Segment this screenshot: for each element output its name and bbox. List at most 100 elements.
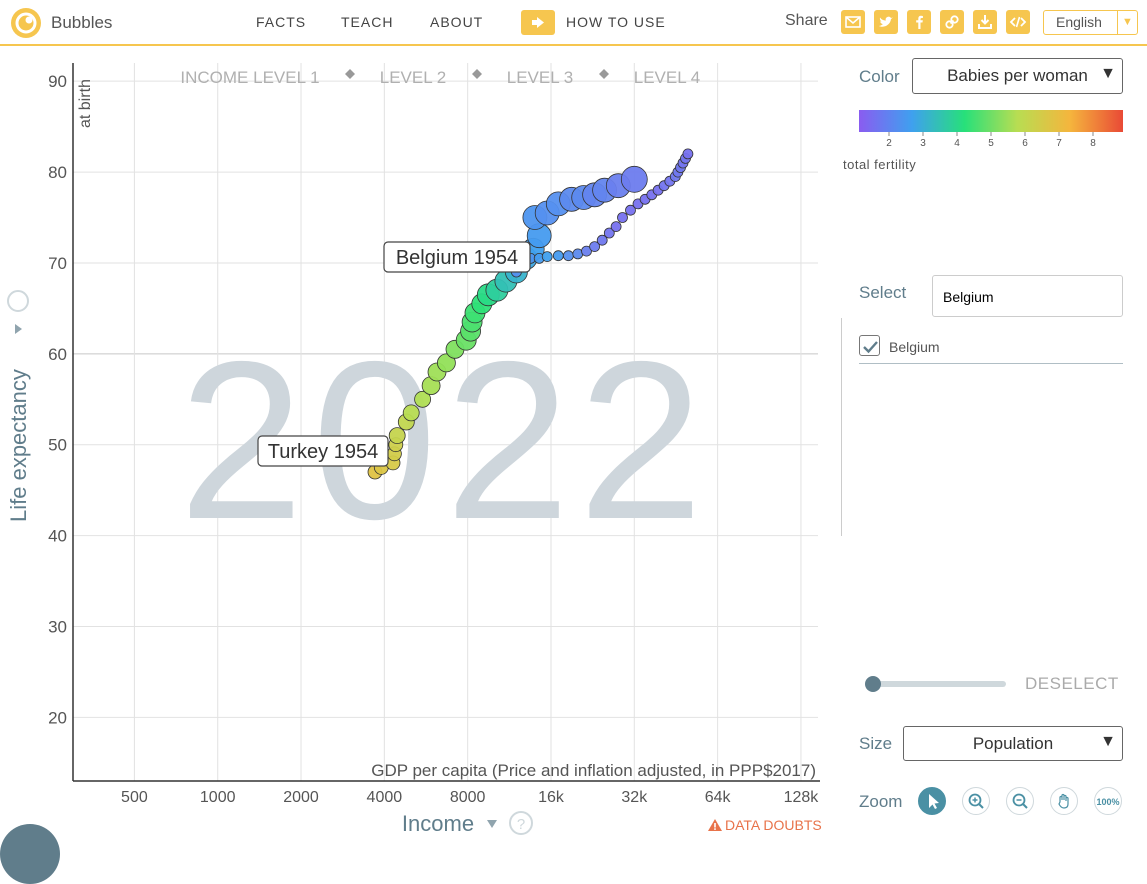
y-tick-label: 60 (48, 345, 67, 364)
bubble-belgium[interactable] (552, 250, 564, 262)
legend-ticks: 2 3 4 5 6 7 8 (886, 132, 1096, 149)
legend-tick-label: 8 (1090, 138, 1096, 149)
x-tick-label: 64k (705, 789, 732, 806)
legend-tick-label: 5 (988, 138, 994, 149)
select-input-value: Belgium (943, 289, 994, 305)
facebook-icon[interactable] (907, 10, 931, 34)
nav-facts[interactable]: FACTS (256, 14, 306, 30)
x-axis-caret-icon[interactable] (487, 820, 497, 828)
sidebar-divider (841, 318, 842, 536)
zoom-out-button[interactable] (1006, 787, 1034, 815)
zoom-out-icon (1012, 793, 1028, 809)
zoom-100-icon: 100% (1096, 797, 1119, 807)
bubble-chart[interactable]: 2022 INCOME LEVEL 1 LEVEL 2 LEVEL 3 LEVE… (0, 48, 830, 842)
bubble-turkey[interactable] (620, 165, 648, 193)
bubble-belgium[interactable] (541, 251, 553, 263)
nav-how-to-use[interactable]: HOW TO USE (566, 14, 666, 30)
selected-item-belgium[interactable]: Belgium (859, 335, 1123, 364)
y-axis-caret-icon[interactable] (15, 324, 22, 334)
how-to-use-button[interactable] (521, 10, 555, 35)
select-label: Select (859, 283, 907, 302)
legend-tick-label: 3 (920, 138, 926, 149)
zoom-reset-button[interactable]: 100% (1094, 787, 1122, 815)
play-icon (532, 17, 544, 28)
x-tick-label: 2000 (283, 789, 319, 806)
chevron-down-icon: ▼ (1117, 11, 1137, 34)
share-label: Share (785, 12, 828, 29)
zoom-reset-label: 100% (1096, 797, 1119, 807)
legend-tick-label: 2 (886, 138, 892, 149)
top-bar: Bubbles FACTS TEACH ABOUT HOW TO USE Sha… (0, 0, 1147, 46)
opacity-slider-handle[interactable] (865, 676, 881, 692)
y-tick-label: 90 (48, 72, 67, 91)
y-tick-label: 70 (48, 254, 67, 273)
x-tick-label: 4000 (367, 789, 403, 806)
x-tick-label: 8000 (450, 789, 486, 806)
nav-teach[interactable]: TEACH (341, 14, 393, 30)
income-levels: INCOME LEVEL 1 LEVEL 2 LEVEL 3 LEVEL 4 (180, 68, 700, 87)
chevron-down-icon: ▼ (1100, 733, 1116, 750)
income-level-3: LEVEL 3 (507, 68, 573, 87)
bubble-turkey[interactable] (388, 427, 406, 445)
selected-item-label: Belgium (889, 339, 940, 355)
x-tick-label: 128k (784, 789, 820, 806)
size-label: Size (859, 734, 893, 753)
data-doubts-label: DATA DOUBTS (725, 817, 822, 833)
link-icon[interactable] (940, 10, 964, 34)
bubbles-logo-icon[interactable] (10, 7, 42, 39)
bubble-label-belgium[interactable]: Belgium 1954 (383, 241, 531, 273)
checkbox-belgium[interactable] (859, 335, 880, 356)
bubble-belgium[interactable] (617, 212, 628, 223)
x-tick-label: 500 (121, 789, 148, 806)
deselect-button[interactable]: DESELECT (1025, 674, 1119, 694)
x-axis-label[interactable]: Income (402, 811, 474, 836)
app-title[interactable]: Bubbles (51, 13, 112, 33)
legend-tick-label: 6 (1022, 138, 1028, 149)
zoom-label: Zoom (859, 792, 903, 811)
twitter-icon[interactable] (874, 10, 898, 34)
color-legend[interactable]: 2 3 4 5 6 7 8 (859, 110, 1123, 150)
question-icon: ? (517, 816, 525, 833)
color-gradient-bar[interactable] (859, 110, 1123, 132)
language-select[interactable]: English ▼ (1043, 10, 1138, 35)
bubble-belgium[interactable] (563, 250, 574, 262)
nav-about[interactable]: ABOUT (430, 14, 483, 30)
x-axis-sublabel: GDP per capita (Price and inflation adju… (371, 761, 816, 780)
select-search-input[interactable]: Belgium (932, 275, 1123, 317)
size-value: Population (972, 734, 1054, 753)
label-text: Turkey 1954 (268, 441, 378, 463)
embed-icon[interactable] (1006, 10, 1030, 34)
color-legend-title: total fertility (843, 157, 917, 172)
download-icon[interactable] (973, 10, 997, 34)
level-divider-icon (472, 69, 482, 79)
x-tick-label: 16k (538, 789, 565, 806)
zoom-cursor-button[interactable] (918, 787, 946, 815)
opacity-slider-track[interactable] (872, 681, 1006, 687)
mail-icon[interactable] (841, 10, 865, 34)
zoom-pan-button[interactable] (1050, 787, 1078, 815)
size-dropdown[interactable]: Population ▼ (903, 726, 1123, 761)
check-icon (863, 341, 878, 354)
bubble-belgium[interactable] (682, 148, 694, 160)
chevron-down-icon: ▼ (1100, 65, 1116, 82)
color-dropdown[interactable]: Babies per woman ▼ (912, 58, 1123, 94)
language-value: English (1056, 14, 1102, 30)
bubble-turkey[interactable] (402, 404, 420, 422)
bubble-belgium[interactable] (610, 221, 622, 233)
dialog-toggle-button[interactable] (0, 824, 60, 884)
y-axis-help-icon[interactable] (7, 290, 29, 312)
legend-tick-label: 4 (954, 138, 960, 149)
y-tick-label: 20 (48, 708, 67, 727)
data-doubts-link[interactable]: DATA DOUBTS (708, 817, 822, 833)
x-axis-ticks: 500 1000 2000 4000 8000 16k 32k 64k 128k (121, 789, 819, 806)
zoom-in-button[interactable] (962, 787, 990, 815)
zoom-in-icon (968, 793, 984, 809)
y-tick-label: 50 (48, 436, 67, 455)
warning-icon (708, 819, 722, 831)
y-axis-label[interactable]: Life expectancy (6, 369, 31, 522)
x-tick-label: 32k (621, 789, 648, 806)
cursor-icon (929, 794, 939, 809)
y-tick-label: 80 (48, 163, 67, 182)
bubble-label-turkey[interactable]: Turkey 1954 (257, 435, 389, 467)
label-text: Belgium 1954 (396, 247, 518, 269)
